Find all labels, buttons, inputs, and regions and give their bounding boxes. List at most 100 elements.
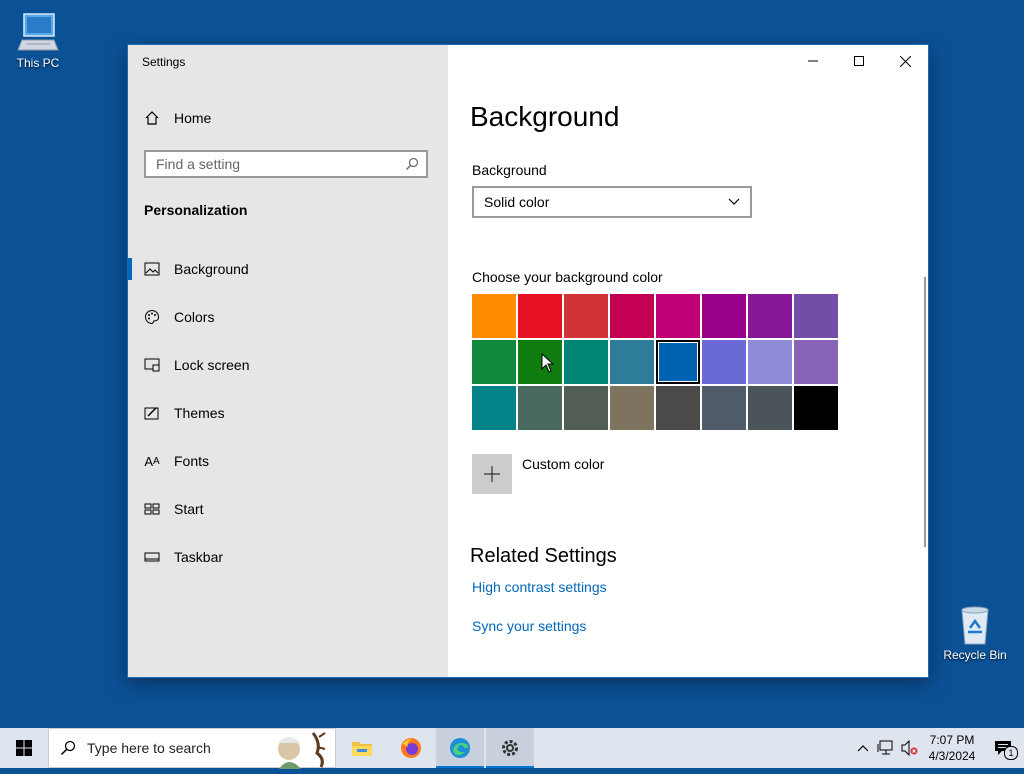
taskbar-search[interactable]: Type here to search <box>48 728 336 769</box>
taskbar-file-explorer[interactable] <box>338 728 386 768</box>
color-swatch[interactable] <box>656 340 700 384</box>
color-swatch[interactable] <box>794 340 838 384</box>
network-icon[interactable] <box>874 740 898 756</box>
settings-icon <box>502 740 518 756</box>
color-swatch[interactable] <box>518 386 562 430</box>
scrollbar[interactable] <box>924 277 926 547</box>
picture-icon <box>144 261 160 277</box>
fonts-icon: AA <box>144 453 160 469</box>
color-swatch[interactable] <box>518 340 562 384</box>
color-swatch[interactable] <box>748 340 792 384</box>
action-center-button[interactable]: 1 <box>982 740 1024 760</box>
sidebar-item-label: Background <box>174 261 249 277</box>
desktop-icon-recycle-bin[interactable]: Recycle Bin <box>943 602 1007 662</box>
color-swatch[interactable] <box>564 340 608 384</box>
color-swatch[interactable] <box>748 386 792 430</box>
sidebar-item-background[interactable]: Background <box>128 245 448 293</box>
sidebar-item-label: Taskbar <box>174 549 224 565</box>
search-highlight-illustration <box>259 729 335 769</box>
mouse-cursor <box>541 353 555 373</box>
color-swatch[interactable] <box>656 386 700 430</box>
color-swatch[interactable] <box>564 294 608 338</box>
sidebar-item-label: Themes <box>174 405 225 421</box>
sidebar-item-label: Start <box>174 501 204 517</box>
main-content: Background Background Solid color Choose… <box>448 45 928 677</box>
sidebar-item-lock-screen[interactable]: Lock screen <box>128 341 448 389</box>
edge-icon <box>450 738 470 758</box>
color-swatch[interactable] <box>472 340 516 384</box>
related-settings-title: Related Settings <box>470 545 617 567</box>
color-swatch[interactable] <box>610 294 654 338</box>
dropdown-value: Solid color <box>484 194 550 210</box>
taskbar-icon <box>144 549 160 565</box>
sidebar-nav: Background Colors Lock screen Themes AA … <box>128 245 448 581</box>
color-swatch[interactable] <box>610 340 654 384</box>
custom-color-button[interactable]: Custom color <box>472 454 604 494</box>
search-icon[interactable] <box>398 157 426 171</box>
plus-icon <box>472 454 512 494</box>
start-button[interactable] <box>0 728 48 768</box>
background-type-dropdown[interactable]: Solid color <box>472 186 752 218</box>
color-swatch[interactable] <box>748 294 792 338</box>
search-icon <box>49 740 87 756</box>
windows-logo-icon <box>16 740 32 756</box>
color-grid <box>472 294 838 430</box>
desktop-icon-label: Recycle Bin <box>943 648 1007 662</box>
settings-window: Settings Home Personalization Background… <box>128 45 928 677</box>
color-swatch[interactable] <box>656 294 700 338</box>
show-hidden-icons-chevron-icon[interactable] <box>852 744 874 752</box>
clock[interactable]: 7:07 PM 4/3/2024 <box>922 732 982 764</box>
desktop-icon-label: This PC <box>16 56 60 70</box>
clock-date: 4/3/2024 <box>928 749 976 763</box>
sidebar-item-themes[interactable]: Themes <box>128 389 448 437</box>
find-setting-input[interactable] <box>146 155 398 173</box>
clock-time: 7:07 PM <box>929 733 975 747</box>
sidebar-item-taskbar[interactable]: Taskbar <box>128 533 448 581</box>
desktop-icon-this-pc[interactable]: This PC <box>6 10 70 70</box>
sidebar-item-start[interactable]: Start <box>128 485 448 533</box>
color-swatch[interactable] <box>702 386 746 430</box>
sidebar-item-label: Fonts <box>174 453 210 469</box>
color-swatch[interactable] <box>702 340 746 384</box>
color-swatch[interactable] <box>610 386 654 430</box>
chevron-down-icon <box>728 198 740 205</box>
choose-color-label: Choose your background color <box>472 269 663 285</box>
palette-icon <box>144 309 160 325</box>
sidebar-item-colors[interactable]: Colors <box>128 293 448 341</box>
taskbar-search-placeholder: Type here to search <box>87 740 211 756</box>
color-swatch[interactable] <box>702 294 746 338</box>
lock-screen-icon <box>144 357 160 373</box>
volume-muted-icon[interactable] <box>898 740 922 756</box>
sidebar-item-label: Colors <box>174 309 215 325</box>
sync-settings-link[interactable]: Sync your settings <box>472 618 586 634</box>
custom-color-label: Custom color <box>522 456 605 472</box>
taskbar-edge[interactable] <box>436 728 484 768</box>
background-label: Background <box>472 162 547 178</box>
themes-icon <box>144 405 160 421</box>
start-icon <box>144 501 160 517</box>
home-icon <box>145 111 159 125</box>
high-contrast-settings-link[interactable]: High contrast settings <box>472 579 607 595</box>
color-swatch[interactable] <box>472 386 516 430</box>
sidebar-item-label: Lock screen <box>174 357 250 373</box>
firefox-icon <box>401 738 421 758</box>
color-swatch[interactable] <box>518 294 562 338</box>
color-swatch[interactable] <box>794 294 838 338</box>
window-title: Settings <box>142 55 186 69</box>
color-swatch[interactable] <box>472 294 516 338</box>
color-swatch[interactable] <box>794 386 838 430</box>
recycle-bin-icon <box>953 602 997 646</box>
computer-icon <box>16 10 60 54</box>
home-label: Home <box>174 110 212 126</box>
sidebar-item-fonts[interactable]: AA Fonts <box>128 437 448 485</box>
taskbar: Type here to search 7:07 PM 4/3/2024 1 <box>0 728 1024 769</box>
color-swatch[interactable] <box>564 386 608 430</box>
taskbar-firefox[interactable] <box>387 728 435 768</box>
find-setting-search[interactable] <box>144 150 428 178</box>
notification-count-badge: 1 <box>1004 746 1018 760</box>
home-nav-item[interactable]: Home <box>144 107 211 129</box>
sidebar: Settings Home Personalization Background… <box>128 45 448 677</box>
page-title: Background <box>470 101 620 132</box>
taskbar-settings[interactable] <box>486 728 534 768</box>
file-explorer-icon <box>352 742 372 756</box>
